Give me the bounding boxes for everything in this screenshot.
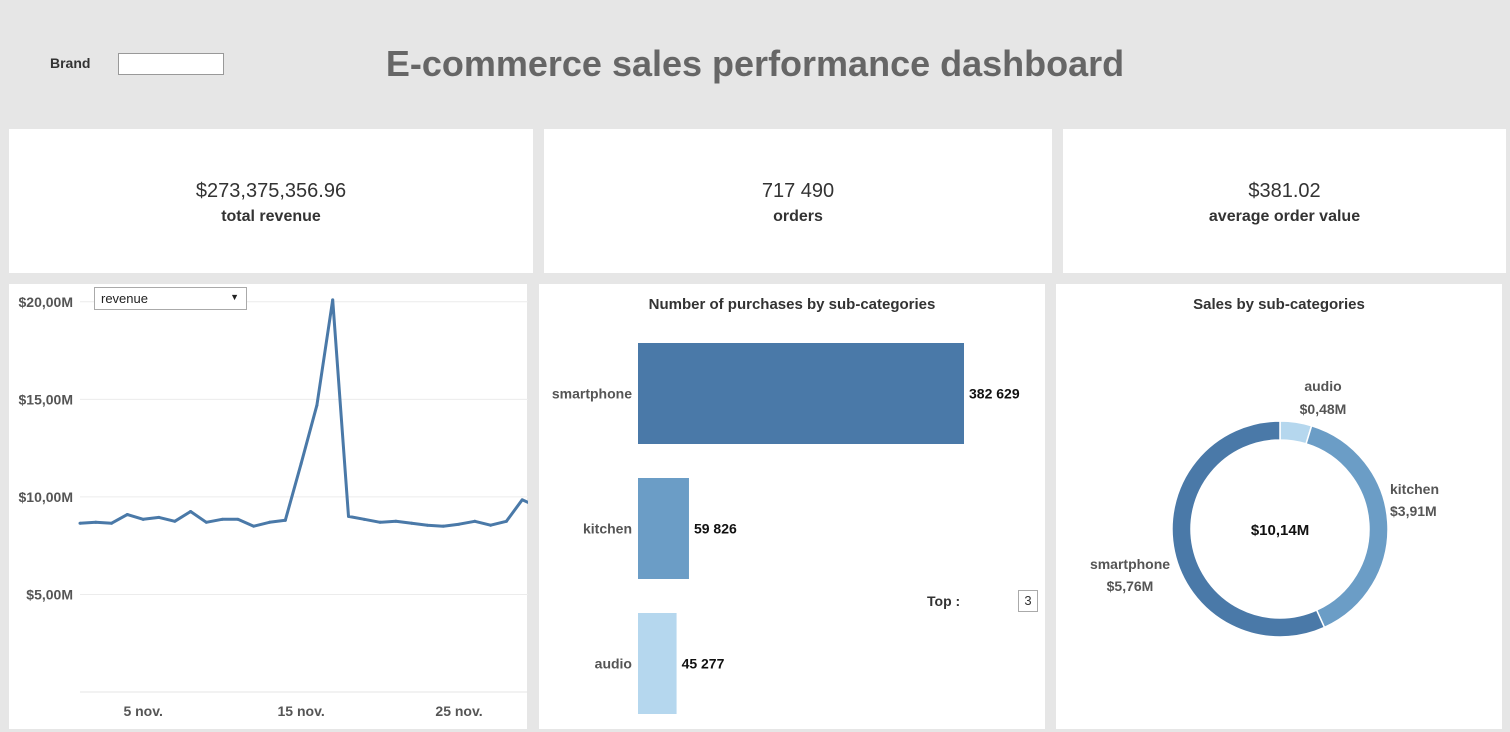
line-point[interactable] xyxy=(157,515,161,519)
line-point[interactable] xyxy=(125,512,129,516)
kpi-value: $273,375,356.96 xyxy=(195,180,347,202)
kpi-label: average order value xyxy=(1208,208,1361,225)
donut-slice-kitchen[interactable] xyxy=(1305,424,1389,629)
line-point[interactable] xyxy=(457,522,461,526)
dashboard-title: E-commerce sales performance dashboard xyxy=(385,43,1125,84)
chevron-down-icon: ▼ xyxy=(230,292,239,302)
bar-category-label: smartphone xyxy=(552,386,632,402)
line-point[interactable] xyxy=(110,521,114,525)
kpi-label: total revenue xyxy=(221,208,321,225)
line-point[interactable] xyxy=(283,518,287,522)
y-tick-label: $10,00M xyxy=(19,489,73,505)
kpi-total-revenue: $273,375,356.96 total revenue xyxy=(9,129,533,273)
top-n-input[interactable]: 3 xyxy=(1018,590,1038,612)
bar-value-label: 45 277 xyxy=(682,656,725,672)
line-point[interactable] xyxy=(173,519,177,523)
sales-donut-chart[interactable]: $10,14M audio $0,48M kitchen $3,91M smartphon… xyxy=(1056,284,1502,729)
donut-value-label: $3,91M xyxy=(1390,503,1437,519)
revenue-line-chart[interactable]: $5,00M $10,00M $15,00M $20,00M 5 nov. 15 nov.… xyxy=(0,284,528,729)
donut-category-label: audio xyxy=(1304,378,1341,394)
bar-audio[interactable] xyxy=(638,613,677,714)
measure-dropdown[interactable]: revenue ▼ xyxy=(94,287,247,310)
line-point[interactable] xyxy=(268,520,272,524)
line-point[interactable] xyxy=(204,520,208,524)
line-point[interactable] xyxy=(394,519,398,523)
bar-category-label: kitchen xyxy=(583,521,632,537)
brand-filter-label: Brand xyxy=(50,55,91,71)
line-point[interactable] xyxy=(252,524,256,528)
brand-filter-input[interactable] xyxy=(118,53,224,75)
donut-value-label: $0,48M xyxy=(1300,401,1347,417)
line-point[interactable] xyxy=(299,462,303,466)
line-point[interactable] xyxy=(331,298,335,302)
line-point[interactable] xyxy=(346,514,350,518)
line-point[interactable] xyxy=(473,519,477,523)
line-point[interactable] xyxy=(489,523,493,527)
donut-category-label: kitchen xyxy=(1390,481,1439,497)
line-point[interactable] xyxy=(220,517,224,521)
line-point[interactable] xyxy=(378,520,382,524)
donut-category-label: smartphone xyxy=(1090,556,1170,572)
bar-category-label: audio xyxy=(595,656,632,672)
y-tick-label: $15,00M xyxy=(19,391,73,407)
kpi-orders: 717 490 orders xyxy=(544,129,1052,273)
x-tick-label: 5 nov. xyxy=(123,703,162,719)
revenue-series-line[interactable] xyxy=(79,298,528,528)
line-point[interactable] xyxy=(189,510,193,514)
line-point[interactable] xyxy=(315,403,319,407)
kpi-average-order-value: $381.02 average order value xyxy=(1063,129,1506,273)
line-point[interactable] xyxy=(362,517,366,521)
line-point[interactable] xyxy=(520,498,524,502)
measure-dropdown-value: revenue xyxy=(101,291,148,306)
x-tick-label: 15 nov. xyxy=(278,703,325,719)
bar-value-label: 59 826 xyxy=(694,521,737,537)
bar-value-label: 382 629 xyxy=(969,386,1020,402)
x-tick-label: 25 nov. xyxy=(435,703,482,719)
line-point[interactable] xyxy=(441,524,445,528)
line-point[interactable] xyxy=(94,520,98,524)
line-point[interactable] xyxy=(410,521,414,525)
line-point[interactable] xyxy=(78,521,82,525)
line-point[interactable] xyxy=(504,519,508,523)
kpi-value: $381.02 xyxy=(1248,180,1321,202)
bar-kitchen[interactable] xyxy=(638,478,689,579)
line-point[interactable] xyxy=(236,517,240,521)
kpi-label: orders xyxy=(773,208,823,225)
line-point[interactable] xyxy=(425,523,429,527)
y-tick-label: $5,00M xyxy=(26,586,73,602)
y-tick-label: $20,00M xyxy=(19,294,73,310)
kpi-value: 717 490 xyxy=(761,180,835,202)
donut-value-label: $5,76M xyxy=(1107,578,1154,594)
donut-center-label: $10,14M xyxy=(1251,522,1309,539)
top-n-label: Top : xyxy=(927,593,961,609)
dashboard: Brand E-commerce sales performance dashb… xyxy=(0,0,1510,732)
bar-smartphone[interactable] xyxy=(638,343,964,444)
purchases-bar-chart[interactable]: smartphone 382 629 kitchen 59 826 audio 45 27… xyxy=(539,284,1045,729)
line-point[interactable] xyxy=(141,517,145,521)
